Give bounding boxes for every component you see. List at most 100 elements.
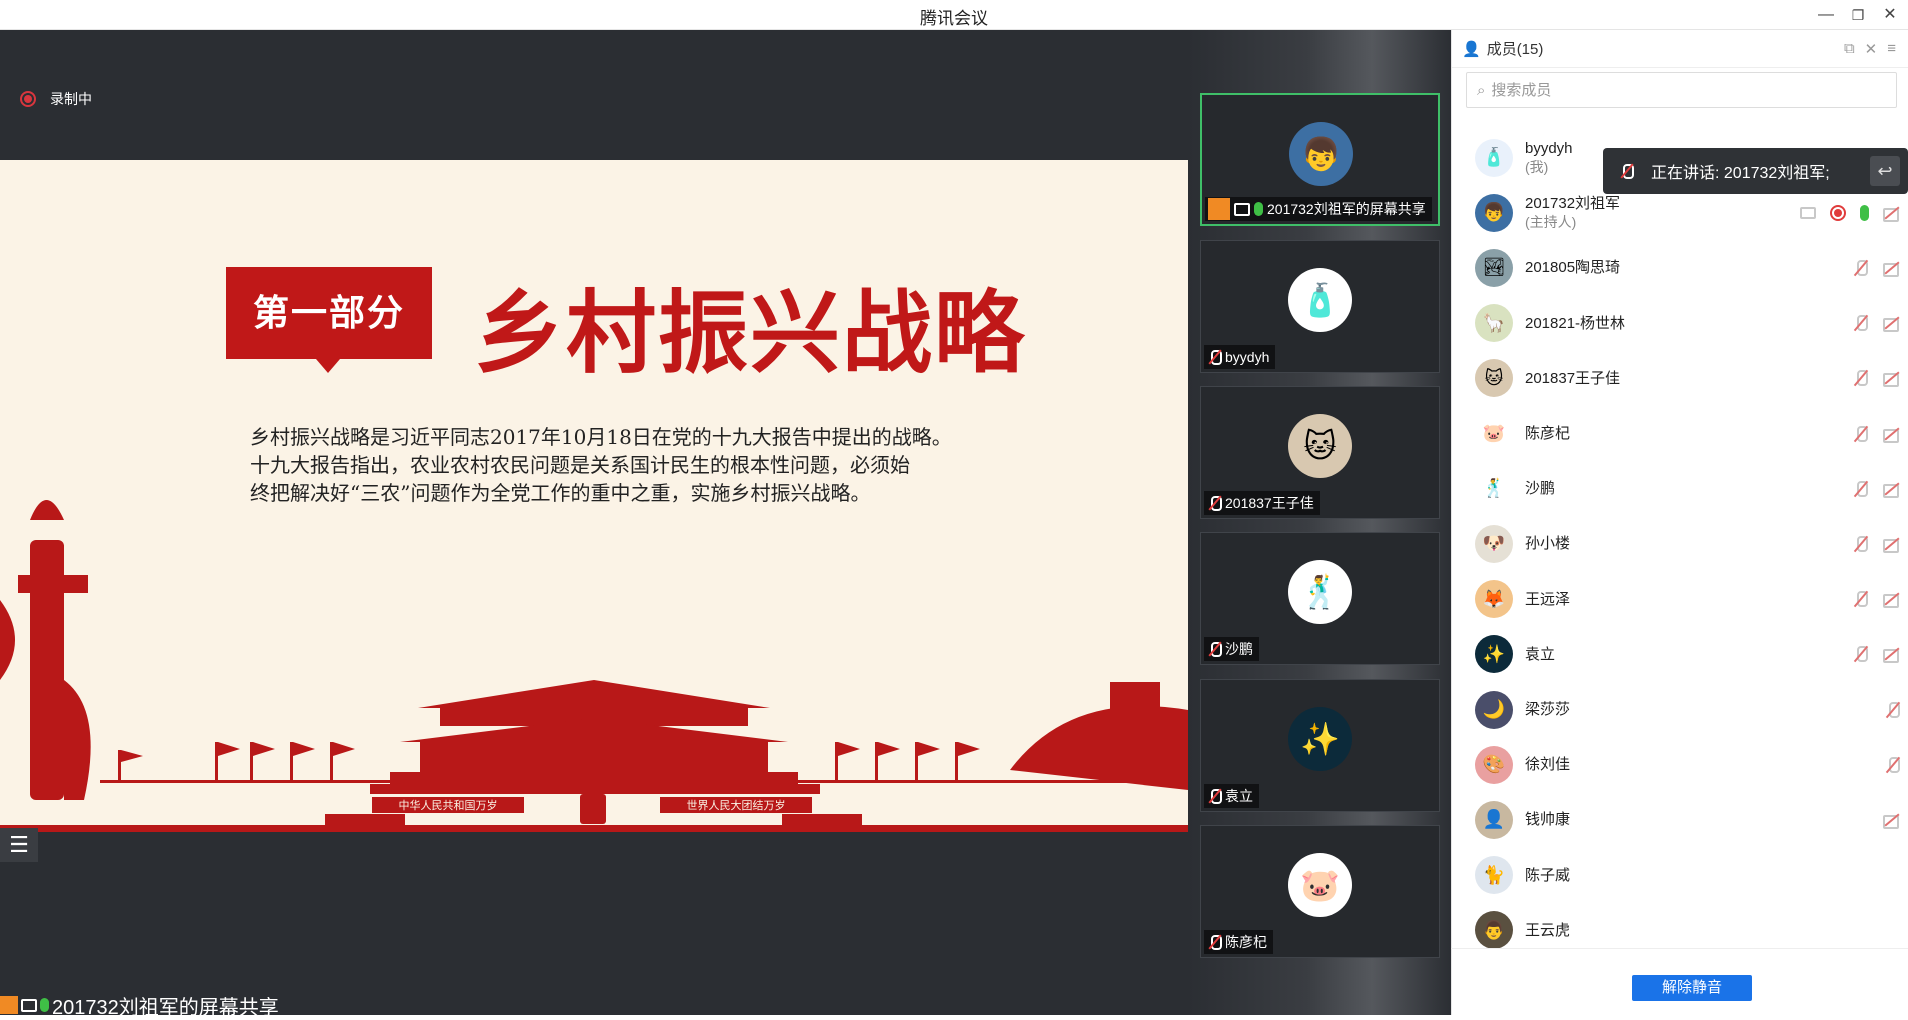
unmute-button[interactable]: 解除静音 — [1632, 975, 1752, 1001]
member-avatar: 🏞 — [1475, 248, 1513, 287]
camera-off-icon[interactable] — [1883, 592, 1901, 609]
screen-share-icon[interactable] — [1800, 206, 1816, 219]
slide-menu-icon[interactable]: ☰ — [0, 828, 38, 862]
member-name-block: 梁莎莎 — [1525, 700, 1570, 719]
member-name-block: 王远泽 — [1525, 590, 1570, 609]
mic-muted-icon[interactable] — [1885, 756, 1901, 774]
mic-muted-icon[interactable] — [1853, 425, 1869, 443]
camera-off-icon[interactable] — [1883, 371, 1901, 388]
member-status-icons — [1853, 259, 1901, 277]
member-status-icons — [1853, 369, 1901, 388]
member-name-block: 201732刘祖军 (主持人) — [1525, 194, 1620, 232]
member-status-icons — [1853, 590, 1901, 609]
camera-off-icon[interactable] — [1883, 813, 1901, 829]
member-status-icons — [1883, 813, 1901, 829]
member-row[interactable]: 👤 钱帅康 — [1452, 792, 1908, 847]
video-tile[interactable]: ✨ 袁立 — [1200, 679, 1440, 812]
mic-on-icon[interactable] — [1860, 204, 1869, 221]
paragraph-line: 十九大报告指出，农业农村农民问题是关系国计民生的根本性问题，必须始 — [250, 453, 910, 477]
member-name-block: byydyh (我) — [1525, 139, 1573, 177]
close-icon[interactable]: ✕ — [1876, 2, 1904, 28]
section-badge: 第一部分 — [226, 267, 432, 373]
video-tile[interactable]: 🐷 陈彦杞 — [1200, 825, 1440, 958]
member-name-block: 201821-杨世林 — [1525, 314, 1625, 333]
member-status-icons — [1800, 204, 1901, 222]
member-row[interactable]: 🏞 201805陶思琦 — [1452, 240, 1908, 295]
member-row[interactable]: 🕺 沙鹏 — [1452, 461, 1908, 516]
camera-off-icon[interactable] — [1883, 647, 1901, 664]
video-tile[interactable]: 👦 201732刘祖军的屏幕共享 — [1200, 93, 1440, 226]
member-avatar: ✨ — [1475, 635, 1513, 674]
member-row[interactable]: 🐶 孙小楼 — [1452, 516, 1908, 571]
member-avatar: 🌙 — [1475, 690, 1513, 729]
mic-muted-icon[interactable] — [1853, 645, 1869, 663]
member-status-icons — [1853, 480, 1901, 498]
member-list: 🧴 byydyh (我) 👦 201732刘祖军 (主持人) 🏞 201805陶思琦 🦙 2018… — [1452, 130, 1908, 950]
mic-muted-icon[interactable] — [1853, 480, 1869, 498]
member-name: 201821-杨世林 — [1525, 314, 1626, 332]
tile-name-tag: 沙鹏 — [1204, 637, 1259, 661]
minimize-icon[interactable]: — — [1812, 2, 1840, 28]
member-row[interactable]: 🎨 徐刘佳 — [1452, 737, 1908, 792]
member-avatar: 👦 — [1475, 193, 1513, 232]
member-avatar: 🎨 — [1475, 745, 1513, 784]
restore-icon[interactable]: ❐ — [1844, 2, 1872, 28]
member-row[interactable]: 👨 王云虎 — [1452, 903, 1908, 958]
speaking-indicator: 正在讲话: 201732刘祖军; ↩ — [1603, 148, 1908, 194]
mic-muted-icon[interactable] — [1853, 535, 1869, 553]
recording-icon[interactable] — [1830, 204, 1846, 221]
member-status-icons — [1853, 425, 1901, 443]
speaking-text: 正在讲话: 201732刘祖军; — [1651, 165, 1830, 182]
member-avatar: 🐈 — [1475, 856, 1513, 895]
member-row[interactable]: 🌙 梁莎莎 — [1452, 682, 1908, 737]
member-name-block: 陈子威 — [1525, 866, 1570, 885]
video-tile[interactable]: 🐱 201837王子佳 — [1200, 386, 1440, 519]
camera-off-icon[interactable] — [1883, 261, 1901, 277]
recording-icon — [20, 91, 36, 107]
title-bar: 腾讯会议 — ❐ ✕ — [0, 0, 1908, 30]
screen-share-icon — [1234, 202, 1250, 216]
camera-off-icon[interactable] — [1883, 482, 1901, 498]
member-row[interactable]: 🦙 201821-杨世林 — [1452, 296, 1908, 351]
members-panel-header: 👤 成员(15) ⧉ ✕ ≡ — [1452, 30, 1908, 68]
tile-name: 201837王子佳 — [1225, 495, 1314, 511]
member-search-box[interactable]: ⌕ — [1466, 72, 1897, 108]
popout-icon[interactable]: ⧉ — [1844, 40, 1855, 58]
member-name: 201837王子佳 — [1525, 369, 1621, 387]
mic-muted-icon[interactable] — [1853, 314, 1869, 332]
member-name: 徐刘佳 — [1525, 756, 1571, 774]
member-row[interactable]: 🐱 201837王子佳 — [1452, 351, 1908, 406]
tiananmen-illustration: 中华人民共和国万岁 世界人民大团结万岁 — [0, 500, 1188, 832]
video-tile[interactable]: 🧴 byydyh — [1200, 240, 1440, 373]
camera-off-icon[interactable] — [1883, 316, 1901, 333]
return-icon[interactable]: ↩ — [1870, 156, 1900, 186]
member-name-block: 沙鹏 — [1525, 479, 1555, 498]
member-row[interactable]: 🦊 王远泽 — [1452, 572, 1908, 627]
member-name: 沙鹏 — [1525, 480, 1556, 498]
mic-muted-icon[interactable] — [1853, 369, 1869, 387]
member-role: (我) — [1525, 158, 1549, 175]
panel-divider — [1451, 948, 1908, 949]
member-name: 201805陶思琦 — [1525, 259, 1621, 277]
camera-off-icon[interactable] — [1883, 427, 1901, 443]
tile-name-tag: byydyh — [1204, 345, 1276, 369]
member-name: 201732刘祖军 — [1525, 194, 1621, 212]
panel-menu-icon[interactable]: ≡ — [1887, 40, 1896, 58]
member-name: 孙小楼 — [1525, 535, 1571, 553]
member-search-input[interactable] — [1491, 81, 1872, 99]
mic-muted-icon[interactable] — [1853, 590, 1869, 608]
mic-muted-icon[interactable] — [1885, 701, 1901, 719]
member-avatar: 👤 — [1475, 800, 1513, 839]
share-label-text: 201732刘祖军的屏幕共享 — [52, 996, 279, 1019]
member-name-block: 王云虎 — [1525, 921, 1570, 940]
recording-label: 录制中 — [50, 91, 92, 107]
pig-avatar-icon: 🐷 — [1288, 853, 1352, 917]
camera-off-icon[interactable] — [1883, 537, 1901, 553]
video-tile[interactable]: 🕺 沙鹏 — [1200, 532, 1440, 665]
member-row[interactable]: ✨ 袁立 — [1452, 627, 1908, 682]
mic-muted-icon[interactable] — [1853, 259, 1869, 277]
member-row[interactable]: 🐷 陈彦杞 — [1452, 406, 1908, 461]
panel-close-icon[interactable]: ✕ — [1865, 40, 1878, 58]
camera-off-icon[interactable] — [1883, 206, 1901, 222]
member-row[interactable]: 🐈 陈子威 — [1452, 848, 1908, 903]
